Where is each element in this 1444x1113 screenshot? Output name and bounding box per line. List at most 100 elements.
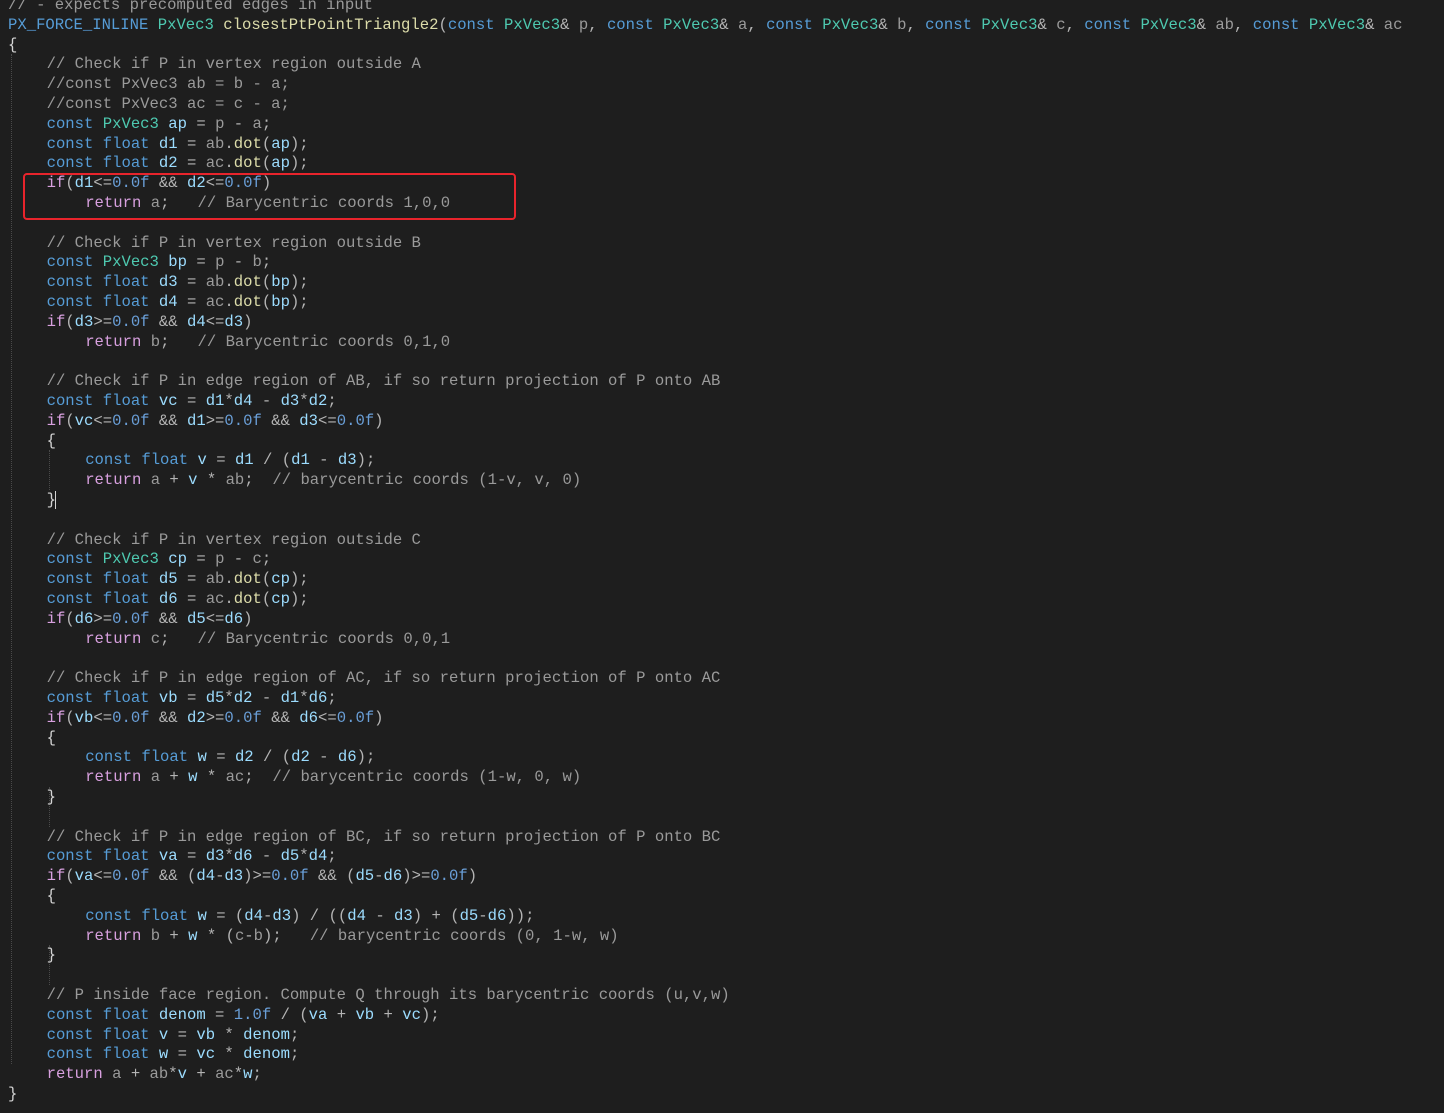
- code-token-operator: *: [224, 689, 234, 707]
- code-token-variable: d3: [224, 312, 244, 331]
- code-token-keyword: float: [102, 293, 150, 311]
- code-token-operator: =: [177, 293, 206, 311]
- code-token-type-name: PxVec3: [102, 550, 159, 569]
- code-token-number-literal: 1.0f: [233, 1005, 272, 1024]
- code-token-operator: &&: [149, 174, 187, 193]
- code-token-keyword: const: [46, 847, 94, 866]
- code-token-comment: // Check if P in vertex region outside C: [46, 530, 421, 549]
- code-token-comment: // barycentric coords (1-w, 0, w): [272, 768, 582, 787]
- code-editor[interactable]: // - expects precomputed edges in input P…: [0, 0, 1444, 1113]
- code-token-variable: ap: [271, 134, 290, 153]
- code-token-operator: ,: [906, 15, 926, 34]
- code-line: {: [8, 35, 17, 55]
- code-token-number-literal: 0.0f: [271, 867, 309, 886]
- code-token-operator: ,: [747, 15, 767, 34]
- code-token-operator: =: [177, 570, 206, 589]
- code-token-comment: // barycentric coords (1-v, v, 0): [272, 471, 582, 490]
- code-token-operator: -: [244, 926, 254, 945]
- code-token-variable: d3: [224, 867, 244, 886]
- code-token-keyword: const: [46, 392, 94, 410]
- code-token-operator: =: [177, 590, 206, 608]
- code-token-keyword: const: [46, 273, 94, 292]
- code-token-operator: / (: [253, 451, 292, 470]
- code-token-variable: w: [188, 926, 198, 945]
- code-token-operator: ) + (: [412, 906, 460, 925]
- code-token-type-name: PxVec3: [1140, 15, 1197, 34]
- code-line: // P inside face region. Compute Q throu…: [8, 985, 730, 1005]
- code-token-parameter: a: [252, 114, 262, 133]
- code-token-variable: cp: [271, 590, 290, 608]
- code-token-parameter: c: [234, 926, 245, 945]
- code-token-type-name: PxVec3: [1308, 15, 1366, 34]
- code-token-control-keyword: if: [46, 609, 66, 628]
- code-token-parameter: b: [150, 332, 161, 351]
- code-token-operator: (: [65, 411, 75, 430]
- code-line: const float d1 = ab.dot(ap);: [8, 134, 309, 154]
- code-token-operator: =: [168, 1025, 197, 1044]
- code-token-parameter: c: [1056, 15, 1066, 34]
- code-token-operator: ;: [327, 392, 337, 410]
- code-token-operator: ;: [289, 1025, 300, 1044]
- code-token-parameter: p: [578, 15, 589, 34]
- code-token-variable: cp: [271, 570, 290, 589]
- code-token-type-name: PxVec3: [663, 15, 720, 34]
- code-token-operator: -: [224, 550, 253, 569]
- code-token-operator: *: [168, 1065, 178, 1084]
- code-token-variable: d1: [186, 411, 206, 430]
- code-token-number-literal: 0.0f: [112, 174, 150, 193]
- code-token-keyword: const: [85, 906, 132, 925]
- code-token-variable: d4: [244, 906, 264, 925]
- code-token-type-name: PxVec3: [981, 15, 1038, 34]
- code-token-keyword: const: [606, 15, 654, 34]
- code-token-text: }: [46, 946, 56, 965]
- code-token-keyword: const: [46, 689, 94, 707]
- code-token-operator: = (: [206, 906, 245, 925]
- code-token-variable: bp: [271, 293, 290, 311]
- code-token-operator: (: [261, 293, 272, 311]
- code-token-operator: (: [65, 867, 75, 886]
- code-token-keyword: const: [46, 253, 94, 272]
- code-token-variable: d5: [459, 906, 479, 925]
- code-token-operator: *: [215, 1045, 244, 1064]
- code-token-operator: ): [261, 174, 272, 193]
- code-token-variable: d1: [280, 689, 300, 707]
- code-line: PX_FORCE_INLINE PxVec3 closestPtPointTri…: [8, 15, 1403, 35]
- code-token-variable: vb: [158, 689, 178, 707]
- code-token-operator: =: [177, 273, 206, 292]
- code-line: // Check if P in edge region of AC, if s…: [8, 668, 721, 688]
- code-token-operator: ): [374, 708, 384, 727]
- code-token-function-name: dot: [233, 293, 262, 311]
- code-token-variable: d2: [308, 392, 328, 410]
- code-token-text: {: [46, 431, 56, 450]
- code-token-operator: ): [243, 312, 253, 331]
- code-token-operator: );: [289, 570, 309, 589]
- code-token-keyword: float: [102, 273, 150, 292]
- code-token-keyword: float: [102, 847, 150, 866]
- code-token-operator: =: [177, 134, 206, 153]
- code-token-variable: d3: [205, 847, 225, 866]
- code-token-operator: );: [289, 273, 309, 292]
- code-token-variable: ap: [271, 154, 290, 173]
- code-token-operator: (: [438, 15, 448, 34]
- code-line: if(d1<=0.0f && d2<=0.0f): [8, 173, 272, 193]
- code-token-operator: &: [1037, 15, 1047, 34]
- code-token-keyword: const: [46, 114, 94, 133]
- code-token-operator: .: [224, 590, 234, 608]
- code-token-operator: );: [356, 748, 376, 767]
- code-token-variable: va: [158, 847, 178, 866]
